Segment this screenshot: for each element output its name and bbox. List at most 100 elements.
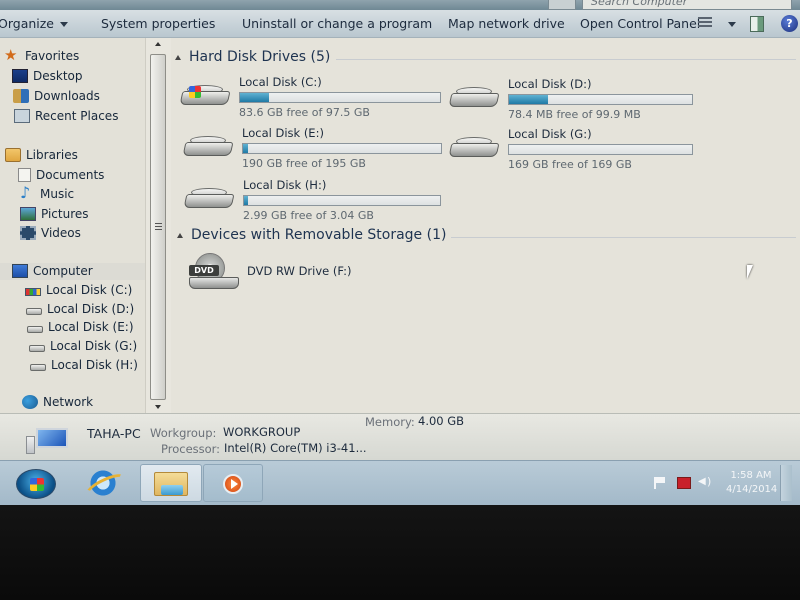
windows-explorer-icon xyxy=(154,472,188,496)
dvd-badge: DVD xyxy=(189,265,219,276)
scroll-down-arrow-icon[interactable] xyxy=(155,405,161,409)
group-divider xyxy=(336,59,796,60)
nav-music[interactable]: Music xyxy=(19,183,75,202)
clock[interactable]: 1:58 AM 4/14/2014 xyxy=(726,469,778,497)
nav-local-disk-c[interactable]: Local Disk (C:) xyxy=(25,283,132,297)
views-dropdown-icon[interactable] xyxy=(728,22,736,27)
media-player-icon xyxy=(223,474,243,494)
change-view-icon[interactable] xyxy=(698,17,712,31)
drive-tile-c[interactable]: Local Disk (C:) 83.6 GB free of 97.5 GB xyxy=(179,75,441,121)
drive-free-space: 83.6 GB free of 97.5 GB xyxy=(239,106,370,119)
drive-usage-fill xyxy=(244,196,248,205)
nav-network[interactable]: Network xyxy=(22,395,93,409)
nav-recent-places[interactable]: Recent Places xyxy=(14,109,118,123)
group-title: Hard Disk Drives (5) xyxy=(189,49,331,65)
drive-usage-bar xyxy=(239,92,441,103)
nav-label: Local Disk (G:) xyxy=(50,339,138,353)
recent-places-icon xyxy=(14,109,30,123)
drive-tile-d[interactable]: Local Disk (D:) 78.4 MB free of 99.9 MB xyxy=(448,77,710,123)
network-icon xyxy=(22,395,38,409)
drive-free-space: 169 GB free of 169 GB xyxy=(508,158,632,171)
clock-time: 1:58 AM xyxy=(730,470,772,481)
nav-videos[interactable]: Videos xyxy=(20,226,81,240)
libraries-icon xyxy=(5,148,21,162)
nav-downloads[interactable]: Downloads xyxy=(13,89,100,103)
nav-local-disk-h[interactable]: Local Disk (H:) xyxy=(30,358,138,372)
nav-desktop[interactable]: Desktop xyxy=(12,69,83,83)
volume-icon[interactable] xyxy=(698,475,712,489)
details-pane: TAHA-PC Workgroup: WORKGROUP Memory: 4.0… xyxy=(0,413,800,460)
nav-label: Music xyxy=(40,187,75,201)
start-button[interactable] xyxy=(16,469,56,499)
nav-label: Local Disk (D:) xyxy=(47,302,135,316)
nav-label: Computer xyxy=(33,264,93,278)
nav-label: Local Disk (C:) xyxy=(46,283,133,297)
nav-local-disk-d[interactable]: Local Disk (D:) xyxy=(26,302,134,316)
drive-tile-h[interactable]: Local Disk (H:) 2.99 GB free of 3.04 GB xyxy=(183,178,445,224)
taskbar-internet-explorer[interactable] xyxy=(78,464,133,502)
drive-tile-e[interactable]: Local Disk (E:) 190 GB free of 195 GB xyxy=(182,126,444,172)
drive-icon xyxy=(26,308,42,315)
dvd-drive-tile[interactable]: DVD DVD RW Drive (F:) xyxy=(189,253,429,293)
organize-button[interactable]: Organize xyxy=(0,16,78,31)
system-drive-icon xyxy=(179,85,231,107)
group-header-removable-storage[interactable]: Devices with Removable Storage (1) xyxy=(177,227,446,243)
clock-date: 4/14/2014 xyxy=(726,484,778,495)
system-drive-icon xyxy=(25,288,41,296)
nav-local-disk-e[interactable]: Local Disk (E:) xyxy=(27,320,134,334)
nav-local-disk-g[interactable]: Local Disk (G:) xyxy=(29,339,137,353)
preview-pane-icon[interactable] xyxy=(750,16,764,32)
drive-tile-g[interactable]: Local Disk (G:) 169 GB free of 169 GB xyxy=(448,127,710,173)
drive-free-space: 190 GB free of 195 GB xyxy=(242,157,366,170)
nav-scrollbar[interactable] xyxy=(145,38,171,413)
drive-usage-bar xyxy=(508,94,693,105)
nav-label: Favorites xyxy=(25,49,80,63)
collapse-arrow-icon xyxy=(177,232,183,238)
workgroup-value: WORKGROUP xyxy=(223,425,301,439)
nav-pictures[interactable]: Pictures xyxy=(20,207,89,221)
drive-icon xyxy=(30,364,46,371)
dvd-drive-icon xyxy=(189,277,239,289)
internet-explorer-icon xyxy=(88,468,118,498)
refresh-button[interactable] xyxy=(548,0,576,10)
nav-documents[interactable]: Documents xyxy=(18,168,104,182)
show-desktop-button[interactable] xyxy=(780,465,792,501)
memory-value: 4.00 GB xyxy=(418,414,465,428)
pictures-icon xyxy=(20,207,36,221)
taskbar-media-player[interactable] xyxy=(203,464,263,502)
nav-libraries[interactable]: Libraries xyxy=(5,148,78,162)
nav-label: Documents xyxy=(36,168,105,182)
scroll-up-arrow-icon[interactable] xyxy=(155,42,161,46)
search-input[interactable]: Search Computer xyxy=(582,0,792,10)
drive-name: Local Disk (E:) xyxy=(242,126,324,140)
monitor-bezel xyxy=(0,505,800,600)
uninstall-program-button[interactable]: Uninstall or change a program xyxy=(238,16,436,31)
mouse-cursor-icon xyxy=(747,265,759,279)
nav-favorites[interactable]: Favorites xyxy=(4,46,80,64)
content-pane: Hard Disk Drives (5) Local Disk (C:) 83.… xyxy=(171,38,800,413)
nav-computer[interactable]: Computer xyxy=(12,264,93,278)
system-properties-button[interactable]: System properties xyxy=(97,16,219,31)
taskbar-windows-explorer[interactable] xyxy=(140,464,202,502)
scrollbar-thumb[interactable] xyxy=(150,54,166,400)
nav-label: Local Disk (H:) xyxy=(51,358,138,372)
workgroup-label: Workgroup: xyxy=(150,426,217,440)
nav-label: Downloads xyxy=(34,89,100,103)
drive-icon xyxy=(183,188,235,210)
action-center-flag-icon[interactable] xyxy=(654,477,668,489)
network-status-icon[interactable] xyxy=(677,477,691,489)
drive-icon xyxy=(448,137,500,159)
chevron-down-icon xyxy=(60,22,68,27)
help-icon[interactable]: ? xyxy=(781,15,798,32)
drive-usage-bar xyxy=(243,195,441,206)
open-control-panel-button[interactable]: Open Control Panel xyxy=(576,16,704,31)
videos-icon xyxy=(20,226,36,240)
grip-icon xyxy=(155,223,162,232)
group-header-hard-disk-drives[interactable]: Hard Disk Drives (5) xyxy=(175,49,330,65)
taskbar: 1:58 AM 4/14/2014 xyxy=(0,460,800,505)
map-network-drive-button[interactable]: Map network drive xyxy=(444,16,569,31)
computer-name: TAHA-PC xyxy=(87,426,141,441)
drive-name: Local Disk (D:) xyxy=(508,77,592,91)
desktop-icon xyxy=(12,69,28,83)
nav-label: Recent Places xyxy=(35,109,119,123)
